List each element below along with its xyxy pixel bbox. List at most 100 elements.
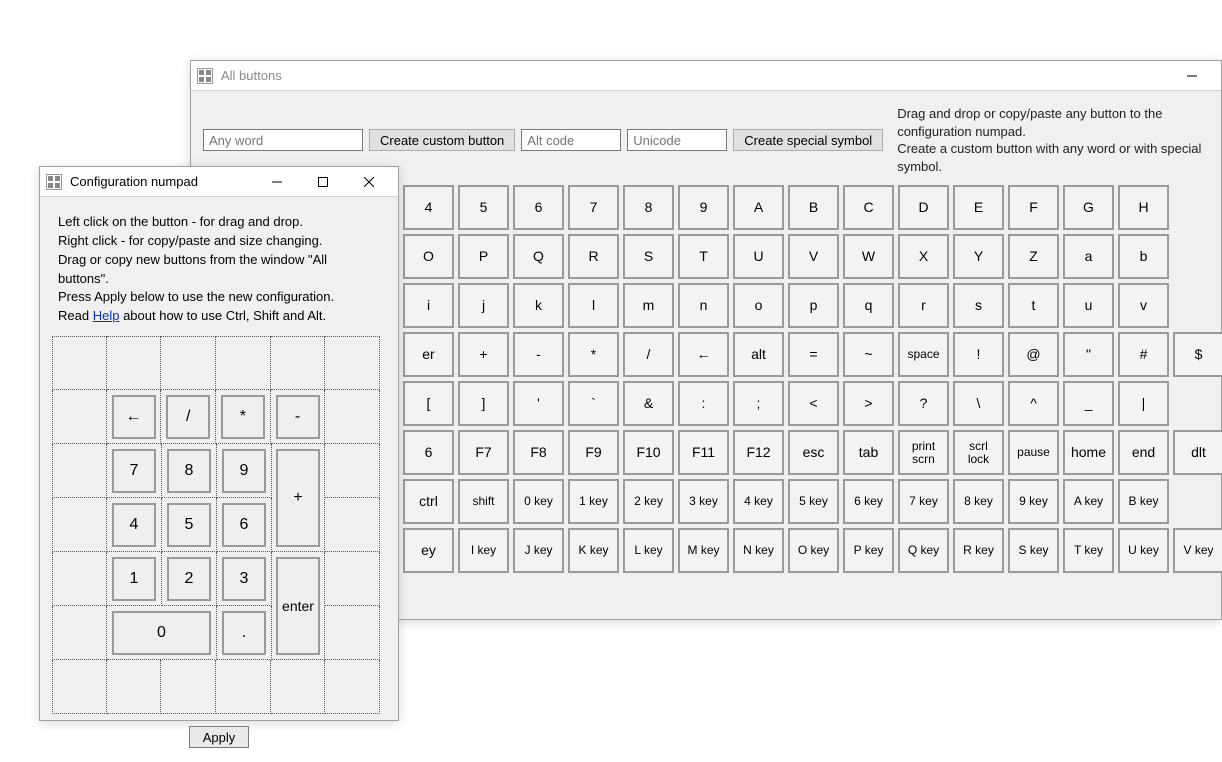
key-divide[interactable]: / — [166, 395, 210, 439]
key-3[interactable]: 3 — [222, 557, 266, 601]
keygrid-button[interactable]: ` — [568, 381, 619, 426]
keygrid-button[interactable]: 2 key — [623, 479, 674, 524]
numpad-slot-empty[interactable] — [216, 336, 271, 390]
keygrid-button[interactable]: N key — [733, 528, 784, 573]
keygrid-button[interactable]: U — [733, 234, 784, 279]
numpad-slot-enter[interactable]: enter — [272, 552, 325, 660]
keygrid-button[interactable]: pause — [1008, 430, 1059, 475]
key-7[interactable]: 7 — [112, 449, 156, 493]
keygrid-button[interactable]: + — [458, 332, 509, 377]
create-custom-button[interactable]: Create custom button — [369, 129, 515, 151]
keygrid-button[interactable]: tab — [843, 430, 894, 475]
keygrid-button[interactable]: 4 key — [733, 479, 784, 524]
numpad-slot-empty[interactable] — [161, 660, 216, 714]
keygrid-button[interactable]: S — [623, 234, 674, 279]
keygrid-button[interactable]: H — [1118, 185, 1169, 230]
keygrid-button[interactable]: scrl lock — [953, 430, 1004, 475]
keygrid-button[interactable]: S key — [1008, 528, 1059, 573]
keygrid-button[interactable]: 4 — [403, 185, 454, 230]
keygrid-button[interactable]: $ — [1173, 332, 1222, 377]
key-multiply[interactable]: * — [221, 395, 265, 439]
keygrid-button[interactable]: | — [1118, 381, 1169, 426]
key-backspace[interactable]: ← — [112, 395, 156, 439]
keygrid-button[interactable]: ; — [733, 381, 784, 426]
keygrid-button[interactable]: U key — [1118, 528, 1169, 573]
keygrid-button[interactable]: E — [953, 185, 1004, 230]
keygrid-button[interactable]: F11 — [678, 430, 729, 475]
numpad-slot-empty[interactable] — [52, 552, 107, 606]
numpad-slot-plus[interactable]: + — [272, 444, 325, 552]
keygrid-button[interactable]: V key — [1173, 528, 1222, 573]
keygrid-button[interactable]: er — [403, 332, 454, 377]
keygrid-button[interactable]: B — [788, 185, 839, 230]
keygrid-button[interactable]: ' — [513, 381, 564, 426]
keygrid-button[interactable]: p — [788, 283, 839, 328]
keygrid-button[interactable]: P — [458, 234, 509, 279]
keygrid-button[interactable]: v — [1118, 283, 1169, 328]
keygrid-button[interactable]: home — [1063, 430, 1114, 475]
key-plus[interactable]: + — [276, 449, 320, 547]
keygrid-button[interactable]: K key — [568, 528, 619, 573]
keygrid-button[interactable]: L key — [623, 528, 674, 573]
keygrid-button[interactable]: F10 — [623, 430, 674, 475]
alt-code-input[interactable] — [521, 129, 621, 151]
keygrid-button[interactable]: * — [568, 332, 619, 377]
keygrid-button[interactable]: Y — [953, 234, 1004, 279]
keygrid-button[interactable]: R — [568, 234, 619, 279]
numpad-slot-div[interactable]: / — [161, 390, 216, 444]
keygrid-button[interactable]: space — [898, 332, 949, 377]
keygrid-button[interactable]: ~ — [843, 332, 894, 377]
key-8[interactable]: 8 — [167, 449, 211, 493]
numpad-slot-empty[interactable] — [107, 336, 162, 390]
keygrid-button[interactable]: : — [678, 381, 729, 426]
keygrid-button[interactable]: 0 key — [513, 479, 564, 524]
numpad-slot-empty[interactable] — [325, 336, 380, 390]
keygrid-button[interactable]: / — [623, 332, 674, 377]
numpad-slot-5[interactable]: 5 — [162, 498, 217, 552]
keygrid-button[interactable]: o — [733, 283, 784, 328]
keygrid-button[interactable]: R key — [953, 528, 1004, 573]
keygrid-button[interactable]: 1 key — [568, 479, 619, 524]
keygrid-button[interactable]: V — [788, 234, 839, 279]
keygrid-button[interactable]: 7 key — [898, 479, 949, 524]
keygrid-button[interactable]: A key — [1063, 479, 1114, 524]
keygrid-button[interactable]: F7 — [458, 430, 509, 475]
numpad-slot-empty[interactable] — [325, 498, 380, 552]
keygrid-button[interactable]: _ — [1063, 381, 1114, 426]
key-4[interactable]: 4 — [112, 503, 156, 547]
keygrid-button[interactable]: ] — [458, 381, 509, 426]
keygrid-button[interactable]: k — [513, 283, 564, 328]
keygrid-button[interactable]: O key — [788, 528, 839, 573]
keygrid-button[interactable]: " — [1063, 332, 1114, 377]
keygrid-button[interactable]: u — [1063, 283, 1114, 328]
keygrid-button[interactable]: X — [898, 234, 949, 279]
key-5[interactable]: 5 — [167, 503, 211, 547]
numpad-slot-6[interactable]: 6 — [217, 498, 272, 552]
unicode-input[interactable] — [627, 129, 727, 151]
numpad-slot-7[interactable]: 7 — [107, 444, 162, 498]
keygrid-button[interactable]: J key — [513, 528, 564, 573]
keygrid-button[interactable]: G — [1063, 185, 1114, 230]
keygrid-button[interactable]: ^ — [1008, 381, 1059, 426]
numpad-slot-empty[interactable] — [271, 660, 326, 714]
keygrid-button[interactable]: 8 — [623, 185, 674, 230]
numpad-slot-empty[interactable] — [52, 444, 107, 498]
keygrid-button[interactable]: C — [843, 185, 894, 230]
keygrid-button[interactable]: F12 — [733, 430, 784, 475]
keygrid-button[interactable]: 8 key — [953, 479, 1004, 524]
keygrid-button[interactable]: 9 key — [1008, 479, 1059, 524]
keygrid-button[interactable]: @ — [1008, 332, 1059, 377]
keygrid-button[interactable]: Q — [513, 234, 564, 279]
numpad-slot-empty[interactable] — [52, 390, 107, 444]
numpad-slot-9[interactable]: 9 — [217, 444, 272, 498]
keygrid-button[interactable]: 6 key — [843, 479, 894, 524]
keygrid-button[interactable]: r — [898, 283, 949, 328]
keygrid-button[interactable]: alt — [733, 332, 784, 377]
close-button[interactable] — [346, 167, 392, 196]
key-6[interactable]: 6 — [222, 503, 266, 547]
minimize-button[interactable] — [254, 167, 300, 196]
titlebar-all-buttons[interactable]: All buttons — [191, 61, 1221, 91]
key-0[interactable]: 0 — [112, 611, 211, 655]
keygrid-button[interactable]: j — [458, 283, 509, 328]
help-link[interactable]: Help — [93, 308, 120, 323]
